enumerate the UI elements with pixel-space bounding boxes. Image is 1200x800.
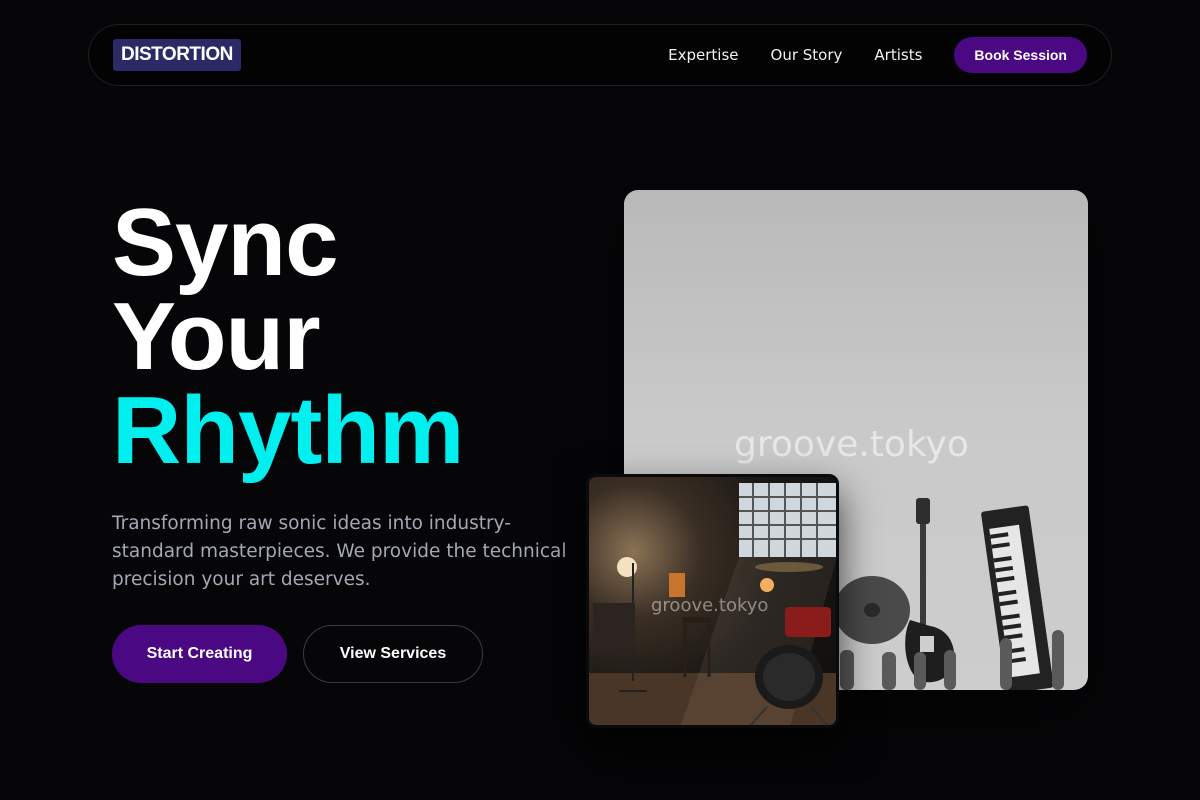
- hero-title-accent: Rhythm: [112, 377, 464, 484]
- brand-logo[interactable]: DISTORTION: [113, 39, 241, 71]
- hero-title-line-1: Sync: [112, 189, 338, 296]
- top-navbar: DISTORTION Expertise Our Story Artists B…: [88, 24, 1112, 86]
- start-creating-button[interactable]: Start Creating: [112, 625, 287, 683]
- main-image-watermark: groove.tokyo: [734, 424, 969, 465]
- inset-image-watermark: groove.tokyo: [651, 595, 769, 616]
- studio-photo: groove.tokyo: [586, 474, 839, 728]
- hero-title-line-2: Your: [112, 283, 321, 390]
- hero-description: Transforming raw sonic ideas into indust…: [112, 513, 567, 590]
- nav-link-our-story[interactable]: Our Story: [771, 46, 843, 64]
- nav-link-artists[interactable]: Artists: [874, 46, 922, 64]
- hero-title: Sync Your Rhythm: [112, 189, 464, 484]
- nav-link-expertise[interactable]: Expertise: [668, 46, 738, 64]
- view-services-button[interactable]: View Services: [303, 625, 483, 683]
- nav-links: Expertise Our Story Artists Book Session: [668, 37, 1087, 73]
- book-session-button[interactable]: Book Session: [954, 37, 1087, 73]
